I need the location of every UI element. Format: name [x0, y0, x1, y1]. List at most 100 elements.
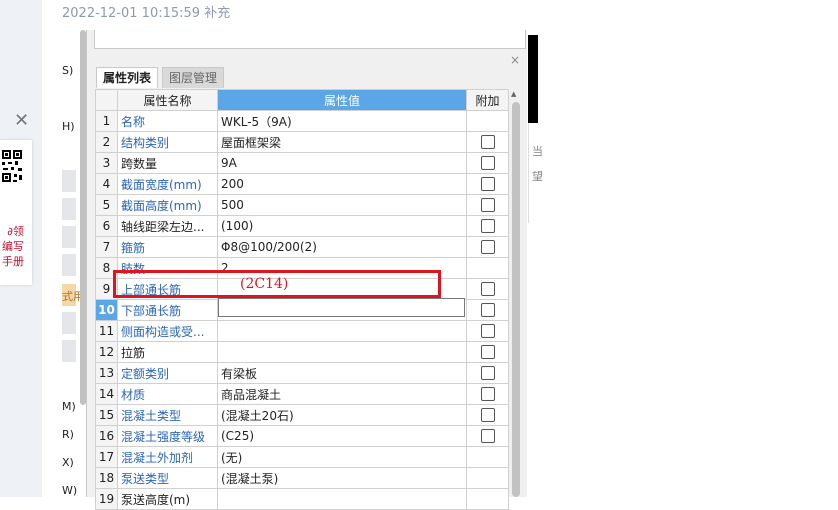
attach-cell	[466, 215, 509, 237]
black-panel-edge	[528, 35, 538, 123]
property-value[interactable]: (100)	[217, 215, 467, 237]
row-number: 13	[95, 362, 118, 384]
column-header-value[interactable]: 属性值	[217, 89, 467, 111]
promo-card[interactable]: ∂领 编写 手册	[0, 140, 32, 285]
right-fragment-text: 望	[532, 170, 543, 183]
table-row[interactable]: 15 混凝土类型 (混凝土20石)	[95, 404, 509, 426]
row-number: 7	[95, 236, 118, 258]
table-row[interactable]: 2 结构类别 屋面框架梁	[95, 131, 509, 153]
property-value[interactable]: 500	[217, 194, 467, 216]
table-row[interactable]: 7 箍筋 Φ8@100/200(2)	[95, 236, 509, 258]
right-fragment-text: 当	[532, 145, 543, 158]
row-number: 14	[95, 383, 118, 405]
close-icon[interactable]: ✕	[14, 110, 29, 131]
table-row[interactable]: 14 材质 商品混凝土	[95, 383, 509, 405]
side-field[interactable]	[62, 312, 76, 334]
row-number: 15	[95, 404, 118, 426]
property-value[interactable]: WKL-5（9A)	[217, 110, 467, 132]
attach-cell	[466, 131, 509, 153]
table-row[interactable]: 16 混凝土强度等级 (C25)	[95, 425, 509, 447]
property-value[interactable]: 9A	[217, 152, 467, 174]
row-number: 6	[95, 215, 118, 237]
timestamp: 2022-12-01 10:15:59 补充	[62, 6, 231, 21]
value-edit-field[interactable]	[218, 298, 465, 317]
property-value[interactable]	[217, 320, 467, 342]
side-field[interactable]	[62, 340, 76, 362]
column-header-index	[95, 89, 118, 111]
row-number: 17	[95, 446, 118, 468]
row-number: 10	[95, 299, 118, 321]
attach-cell	[466, 236, 509, 258]
attach-checkbox[interactable]	[480, 366, 495, 381]
scrollbar-thumb[interactable]	[512, 102, 520, 497]
column-header-attach[interactable]: 附加	[466, 89, 509, 111]
attach-checkbox[interactable]	[480, 177, 495, 192]
attach-cell	[466, 467, 509, 489]
attach-checkbox[interactable]	[480, 240, 495, 255]
upper-pane	[94, 30, 526, 49]
property-name: 箍筋	[117, 236, 218, 258]
attach-checkbox[interactable]	[480, 156, 495, 171]
table-row[interactable]: 18 泵送类型 (混凝土泵)	[95, 467, 509, 489]
table-header-row: 属性名称 属性值 附加	[95, 89, 509, 111]
table-row[interactable]: 13 定额类别 有梁板	[95, 362, 509, 384]
attach-cell	[466, 152, 509, 174]
scroll-up-icon[interactable]: ▲	[511, 90, 516, 98]
attach-checkbox[interactable]	[480, 345, 495, 360]
property-value[interactable]: (C25)	[217, 425, 467, 447]
divider	[528, 123, 529, 223]
attach-checkbox[interactable]	[480, 429, 495, 444]
property-value[interactable]	[217, 488, 467, 510]
attach-cell	[466, 383, 509, 405]
attach-checkbox[interactable]	[480, 387, 495, 402]
attach-checkbox[interactable]	[480, 324, 495, 339]
attach-cell	[466, 194, 509, 216]
promo-line: 手册	[2, 255, 24, 268]
panel-close-icon[interactable]: ×	[510, 53, 520, 67]
attach-checkbox[interactable]	[480, 408, 495, 423]
property-name: 结构类别	[117, 131, 218, 153]
attach-checkbox[interactable]	[480, 282, 495, 297]
attach-cell	[466, 173, 509, 195]
table-row[interactable]: 12 拉筋	[95, 341, 509, 363]
tab-property-list[interactable]: 属性列表	[96, 67, 159, 88]
attach-checkbox[interactable]	[480, 135, 495, 150]
property-value[interactable]: Φ8@100/200(2)	[217, 236, 467, 258]
table-row[interactable]: 11 侧面构造或受...	[95, 320, 509, 342]
attach-cell	[466, 446, 509, 468]
property-name: 截面高度(mm)	[117, 194, 218, 216]
promo-line: ∂领	[7, 225, 24, 238]
property-value[interactable]: (混凝土泵)	[217, 467, 467, 489]
property-value[interactable]: 200	[217, 173, 467, 195]
table-row[interactable]: 17 混凝土外加剂 (无)	[95, 446, 509, 468]
side-field[interactable]	[62, 226, 76, 248]
property-value[interactable]: (无)	[217, 446, 467, 468]
column-header-name[interactable]: 属性名称	[117, 89, 218, 111]
property-value[interactable]: (混凝土20石)	[217, 404, 467, 426]
side-field[interactable]	[62, 170, 76, 192]
property-name: 泵送高度(m)	[117, 488, 218, 510]
table-row[interactable]: 1 名称 WKL-5（9A)	[95, 110, 509, 132]
row-number: 18	[95, 467, 118, 489]
side-field[interactable]	[62, 254, 76, 276]
property-value[interactable]: 商品混凝土	[217, 383, 467, 405]
side-field[interactable]	[62, 198, 76, 220]
tab-layer-management[interactable]: 图层管理	[162, 67, 225, 88]
promo-line: 编写	[2, 240, 24, 253]
table-row[interactable]: 4 截面宽度(mm) 200	[95, 173, 509, 195]
attach-checkbox[interactable]	[480, 198, 495, 213]
table-row[interactable]: 3 跨数量 9A	[95, 152, 509, 174]
property-value[interactable]	[217, 341, 467, 363]
table-row[interactable]: 5 截面高度(mm) 500	[95, 194, 509, 216]
table-row[interactable]: 6 轴线距梁左边... (100)	[95, 215, 509, 237]
attach-checkbox[interactable]	[480, 219, 495, 234]
attach-cell	[466, 404, 509, 426]
attach-checkbox[interactable]	[480, 303, 495, 318]
property-value[interactable]: 有梁板	[217, 362, 467, 384]
property-name: 侧面构造或受...	[117, 320, 218, 342]
row-number: 12	[95, 341, 118, 363]
property-value[interactable]: 屋面框架梁	[217, 131, 467, 153]
table-row[interactable]: 19 泵送高度(m)	[95, 488, 509, 510]
attach-cell	[466, 278, 509, 300]
property-name: 截面宽度(mm)	[117, 173, 218, 195]
